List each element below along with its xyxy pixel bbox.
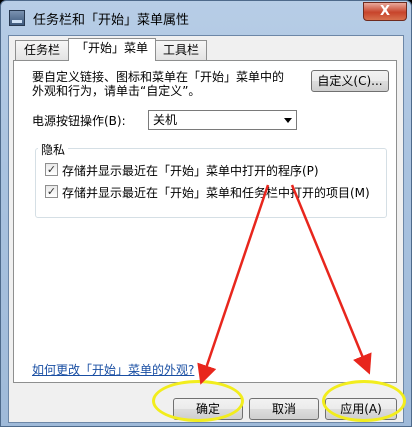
tab-taskbar[interactable]: 任务栏 — [15, 40, 69, 60]
close-button[interactable]: X — [363, 2, 407, 21]
customize-description-line2: 外观和行为，请单击“自定义”。 — [32, 84, 201, 98]
properties-window: 任务栏和「开始」菜单属性 X 任务栏 「开始」菜单 工具栏 要自定义链接、图标和… — [0, 0, 412, 427]
customize-description: 要自定义链接、图标和菜单在「开始」菜单中的 外观和行为，请单击“自定义”。 — [32, 70, 284, 98]
power-button-select[interactable]: 关机 — [148, 110, 297, 130]
customize-button[interactable]: 自定义(C)... — [311, 70, 389, 92]
recent-programs-checkbox[interactable]: ✓ — [45, 163, 58, 176]
privacy-group-title: 隐私 — [38, 141, 69, 158]
dialog-client-area: 任务栏 「开始」菜单 工具栏 要自定义链接、图标和菜单在「开始」菜单中的 外观和… — [8, 35, 404, 423]
apply-button[interactable]: 应用(A) — [325, 398, 397, 420]
customize-description-line1: 要自定义链接、图标和菜单在「开始」菜单中的 — [32, 70, 285, 84]
recent-programs-label: 存储并显示最近在「开始」菜单中打开的程序(P) — [62, 164, 319, 178]
start-menu-tab-panel: 要自定义链接、图标和菜单在「开始」菜单中的 外观和行为，请单击“自定义”。 自定… — [13, 60, 397, 383]
help-link[interactable]: 如何更改「开始」菜单的外观? — [32, 361, 194, 378]
recent-items-label: 存储并显示最近在「开始」菜单和任务栏中打开的项目(M) — [62, 186, 370, 200]
tab-start-menu[interactable]: 「开始」菜单 — [68, 38, 156, 61]
privacy-group — [35, 148, 387, 218]
tab-toolbars[interactable]: 工具栏 — [155, 40, 207, 60]
power-button-label: 电源按钮操作(B): — [32, 114, 126, 128]
recent-items-checkbox[interactable]: ✓ — [45, 185, 58, 198]
window-title: 任务栏和「开始」菜单属性 — [33, 13, 190, 28]
ok-button[interactable]: 确定 — [173, 398, 243, 420]
power-button-selected-value: 关机 — [153, 113, 178, 127]
chevron-down-icon — [284, 118, 292, 123]
cancel-button[interactable]: 取消 — [249, 398, 319, 420]
title-bar[interactable]: 任务栏和「开始」菜单属性 X — [1, 1, 411, 35]
taskbar-icon — [9, 10, 25, 26]
